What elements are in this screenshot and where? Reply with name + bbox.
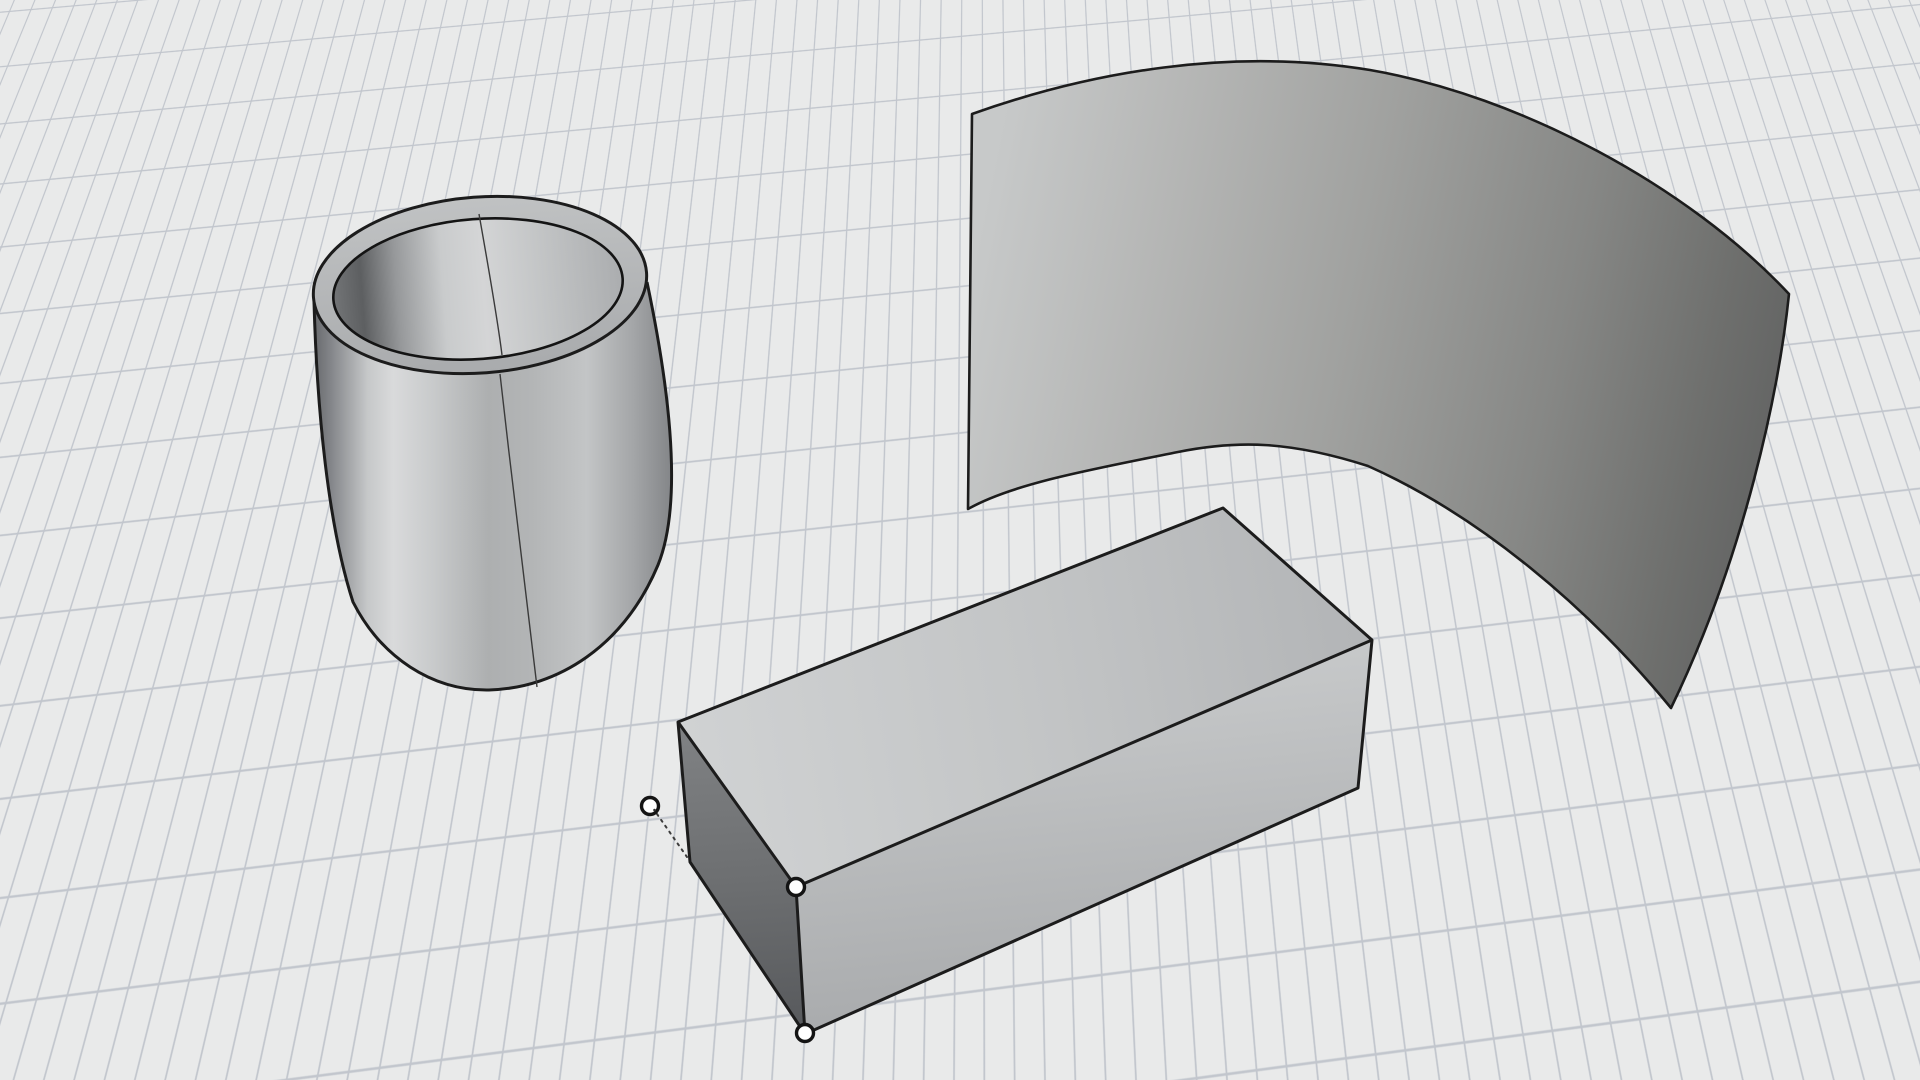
tube-solid[interactable]	[307, 185, 672, 690]
box-corner-point-marker-bottom[interactable]	[797, 1025, 814, 1042]
box-corner-point-marker-top[interactable]	[788, 879, 805, 896]
inference-dotted-line	[657, 814, 687, 857]
floating-point-marker[interactable]	[642, 798, 659, 815]
box-solid[interactable]	[678, 508, 1372, 1034]
floating-point-speck	[653, 809, 656, 812]
viewport-canvas[interactable]	[0, 0, 1920, 1080]
cad-viewport[interactable]	[0, 0, 1920, 1080]
